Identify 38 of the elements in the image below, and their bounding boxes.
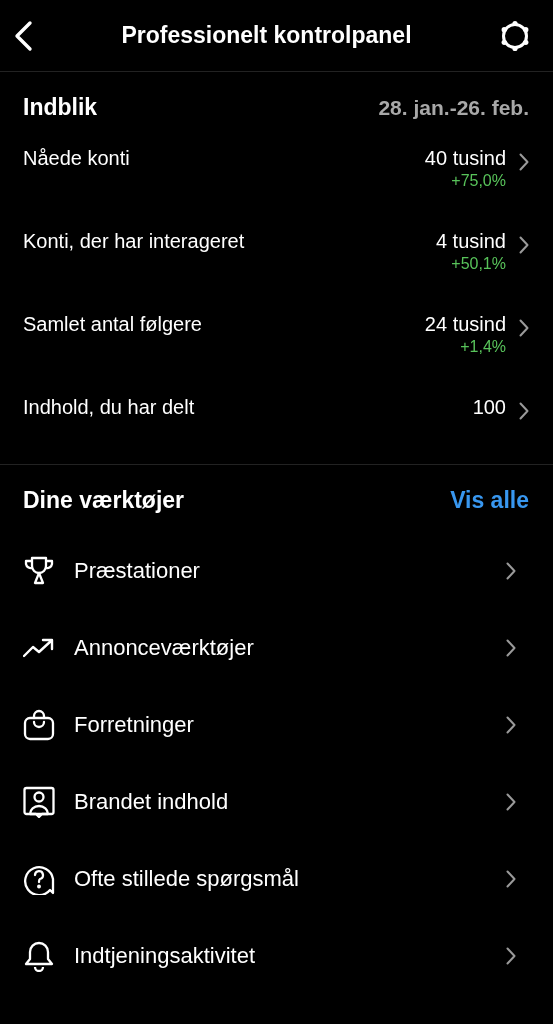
metric-label: Samlet antal følgere xyxy=(23,312,203,337)
insight-row[interactable]: Indhold, du har delt 100 xyxy=(23,390,529,442)
metric-value: 4 tusind xyxy=(435,229,506,254)
insight-row[interactable]: Samlet antal følgere 24 tusind +1,4% xyxy=(23,307,529,390)
settings-button[interactable] xyxy=(499,19,531,52)
section-title: Dine værktøjer xyxy=(23,487,185,514)
tool-label: Ofte stillede spørgsmål xyxy=(74,865,300,892)
chevron-icon xyxy=(519,319,529,337)
see-all-link[interactable]: Vis alle xyxy=(450,487,529,514)
metric-change: +50,1% xyxy=(451,254,506,274)
tool-label: Annonceværktøjer xyxy=(74,634,255,661)
metric-value: 24 tusind xyxy=(424,312,506,337)
tool-item[interactable]: Ofte stillede spørgsmål xyxy=(23,840,529,917)
back-button[interactable] xyxy=(12,19,34,52)
tool-label: Brandet indhold xyxy=(74,788,230,815)
tool-item[interactable]: Indtjeningsaktivitet xyxy=(23,917,529,994)
metric-value: 40 tusind xyxy=(424,146,506,171)
tool-item[interactable]: Præstationer xyxy=(23,532,529,609)
chevron-icon xyxy=(519,153,529,171)
metric-label: Indhold, du har delt xyxy=(23,395,196,420)
tool-label: Indtjeningsaktivitet xyxy=(74,942,256,969)
metric-label: Konti, der har interageret xyxy=(23,229,246,254)
tool-label: Forretninger xyxy=(74,711,195,738)
section-title: Indblik xyxy=(23,94,98,121)
insight-row[interactable]: Nåede konti 40 tusind +75,0% xyxy=(23,141,529,224)
tool-item[interactable]: Brandet indhold xyxy=(23,763,529,840)
tool-label: Præstationer xyxy=(74,557,201,584)
metric-change: +1,4% xyxy=(460,337,506,357)
metric-change: +75,0% xyxy=(451,171,506,191)
date-range: 28. jan.-26. feb. xyxy=(378,95,529,120)
tool-item[interactable]: Annonceværktøjer xyxy=(23,609,529,686)
metric-value: 100 xyxy=(472,395,506,420)
chevron-icon xyxy=(519,402,529,420)
chevron-icon xyxy=(519,236,529,254)
page-title: Professionelt kontrolpanel xyxy=(121,22,412,49)
metric-label: Nåede konti xyxy=(23,146,131,171)
insight-row[interactable]: Konti, der har interageret 4 tusind +50,1% xyxy=(23,224,529,307)
tool-item[interactable]: Forretninger xyxy=(23,686,529,763)
